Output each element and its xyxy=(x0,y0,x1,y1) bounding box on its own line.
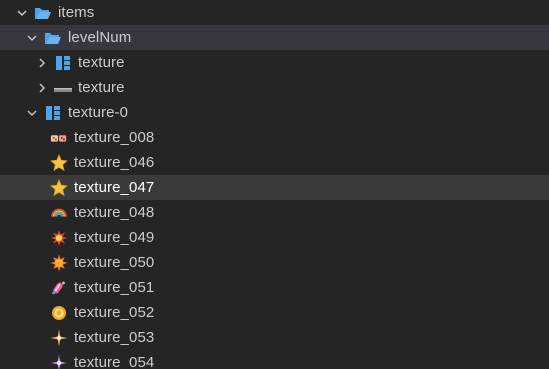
chevron-down-icon[interactable] xyxy=(16,7,28,19)
dice-texture-icon xyxy=(50,129,68,147)
tree-node-label: texture_047 xyxy=(74,179,155,196)
chevron-down-icon[interactable] xyxy=(26,32,38,44)
tree-node-label: texture_054 xyxy=(74,354,155,369)
tree-node-label: texture_049 xyxy=(74,229,155,246)
tree-node-label: texture_046 xyxy=(74,154,155,171)
tree-node-items[interactable]: items xyxy=(0,0,549,25)
tree-node-label: texture_051 xyxy=(74,279,155,296)
tree-node-texture-b[interactable]: texture xyxy=(0,75,549,100)
tree-node-label: levelNum xyxy=(68,29,132,46)
tree-node-label: texture xyxy=(78,79,125,96)
tree-node-texture-053[interactable]: texture_053 xyxy=(0,325,549,350)
rainbow-texture-icon xyxy=(50,204,68,222)
ring-texture-icon xyxy=(50,304,68,322)
hierarchy-tree: items levelNum texture texture texture-0… xyxy=(0,0,549,369)
sprite-node-icon xyxy=(44,104,62,122)
folder-open-icon xyxy=(34,4,52,22)
explosion-texture-icon xyxy=(50,229,68,247)
tree-node-texture-047[interactable]: texture_047 xyxy=(0,175,549,200)
tree-node-label: texture_052 xyxy=(74,304,155,321)
tree-node-texture-046[interactable]: texture_046 xyxy=(0,150,549,175)
bar-texture-icon xyxy=(54,79,72,97)
tree-node-texture-054[interactable]: texture_054 xyxy=(0,350,549,369)
sun-burst-texture-icon xyxy=(50,254,68,272)
tree-node-levelnum[interactable]: levelNum xyxy=(0,25,549,50)
candy-texture-icon xyxy=(50,279,68,297)
tree-node-texture-a[interactable]: texture xyxy=(0,50,549,75)
star-texture-icon xyxy=(50,153,68,172)
tree-node-texture-008[interactable]: texture_008 xyxy=(0,125,549,150)
sparkle-texture-icon xyxy=(50,329,68,347)
tree-node-label: texture_048 xyxy=(74,204,155,221)
tree-node-texture-048[interactable]: texture_048 xyxy=(0,200,549,225)
tree-node-texture-049[interactable]: texture_049 xyxy=(0,225,549,250)
tree-node-texture-0[interactable]: texture-0 xyxy=(0,100,549,125)
tree-node-label: texture_050 xyxy=(74,254,155,271)
tree-node-texture-052[interactable]: texture_052 xyxy=(0,300,549,325)
chevron-down-icon[interactable] xyxy=(26,107,38,119)
tree-node-label: texture_053 xyxy=(74,329,155,346)
chevron-right-icon[interactable] xyxy=(36,57,48,69)
purple-sparkle-texture-icon xyxy=(50,354,68,369)
tree-node-label: texture-0 xyxy=(68,104,129,121)
folder-open-icon xyxy=(44,29,62,47)
tree-node-texture-051[interactable]: texture_051 xyxy=(0,275,549,300)
tree-node-label: items xyxy=(58,4,95,21)
sprite-node-icon xyxy=(54,54,72,72)
tree-node-label: texture xyxy=(78,54,125,71)
tree-node-texture-050[interactable]: texture_050 xyxy=(0,250,549,275)
star-texture-icon xyxy=(50,178,68,197)
tree-node-label: texture_008 xyxy=(74,129,155,146)
chevron-right-icon[interactable] xyxy=(36,82,48,94)
